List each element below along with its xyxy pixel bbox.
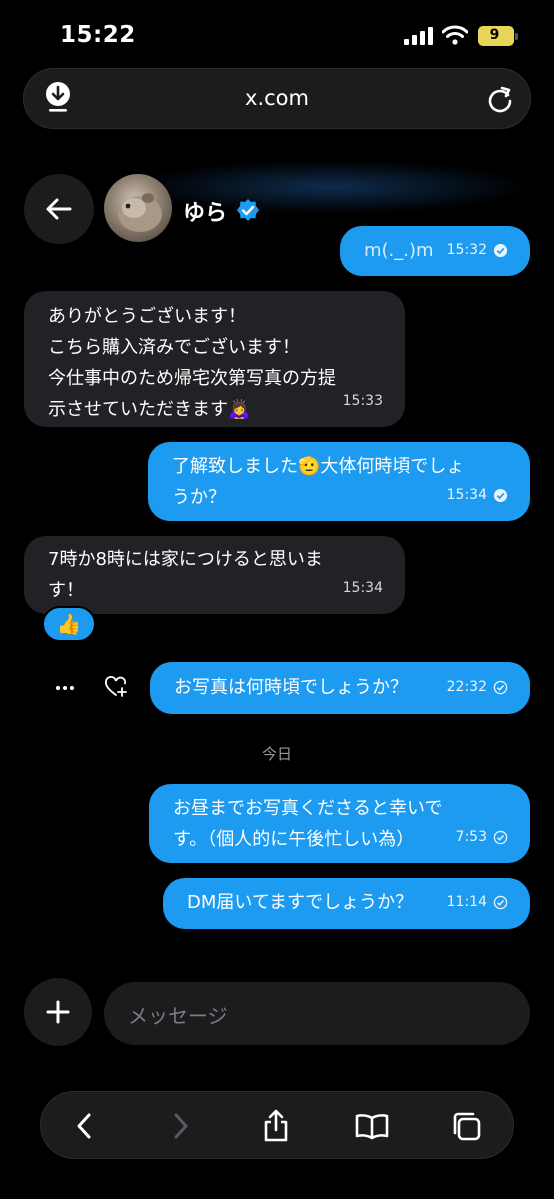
message-outgoing[interactable]: お写真は何時頃でしょうか？ 22:32 [150, 662, 530, 714]
message-text: m(._.)m [364, 240, 434, 261]
message-text: 了解致しました🫡大体何時頃でしょ うか？ [172, 456, 465, 508]
avatar-image [118, 193, 162, 232]
check-icon [493, 830, 508, 845]
day-separator: 今日 [261, 745, 292, 763]
message-meta: 15:34 [343, 573, 383, 604]
plus-icon [46, 1000, 70, 1024]
status-bar: 15:22 9 [0, 0, 554, 66]
reaction-badge[interactable]: 👍 [42, 606, 96, 642]
message-outgoing[interactable]: 了解致しました🫡大体何時頃でしょ うか？ 15:34 [148, 442, 530, 521]
status-time: 15:22 [60, 22, 136, 48]
tabs-button[interactable] [448, 1108, 484, 1144]
wifi-icon [442, 25, 468, 45]
message-text: お昼までお写真くださると幸いで す。（個人的に午後忙しい為） [173, 798, 443, 850]
message-time: 15:34 [342, 580, 383, 596]
more-icon[interactable] [55, 676, 75, 700]
message-outgoing[interactable]: DM届いてますでしょうか？ 11:14 [163, 878, 530, 929]
browser-back-button[interactable] [66, 1108, 102, 1144]
check-icon [493, 488, 508, 503]
back-button[interactable] [24, 174, 94, 244]
url-bar[interactable]: x.com [23, 68, 531, 129]
message-meta: 11:14 [447, 887, 508, 918]
message-meta: 7:53 [456, 822, 508, 853]
message-time: 15:33 [342, 393, 383, 409]
message-meta: 22:32 [447, 672, 508, 703]
message-incoming[interactable]: 7時か8時には家につけると思いま す！ 15:34 [24, 536, 405, 614]
message-text: DM届いてますでしょうか？ [187, 892, 414, 913]
check-icon [493, 243, 508, 258]
browser-forward-icon [174, 1113, 188, 1139]
bookmarks-button[interactable] [354, 1108, 390, 1144]
message-time: 11:14 [446, 894, 487, 910]
tabs-icon [453, 1112, 481, 1141]
heart-plus-icon[interactable] [104, 675, 128, 699]
message-meta: 15:32 [447, 235, 508, 266]
browser-forward-button[interactable] [163, 1108, 199, 1144]
share-button[interactable] [258, 1108, 294, 1144]
message-time: 15:32 [446, 242, 487, 258]
message-incoming[interactable]: ありがとうございます！ こちら購入済みでございます！ 今仕事中のため帰宅次第写真… [24, 291, 405, 427]
message-outgoing[interactable]: m(._.)m 15:32 [340, 226, 530, 276]
share-icon [264, 1109, 288, 1142]
message-text: ありがとうございます！ こちら購入済みでございます！ 今仕事中のため帰宅次第写真… [48, 306, 336, 420]
verified-badge-icon [237, 199, 259, 221]
message-input-placeholder: メッセージ [128, 1004, 228, 1028]
browser-toolbar [40, 1091, 514, 1159]
add-attachment-button[interactable] [24, 978, 92, 1046]
check-icon [493, 895, 508, 910]
avatar[interactable] [104, 174, 172, 242]
message-text: お写真は何時頃でしょうか？ [174, 677, 408, 698]
message-time: 7:53 [455, 829, 487, 845]
message-meta: 15:34 [447, 480, 508, 511]
check-icon [493, 680, 508, 695]
browser-back-icon [77, 1113, 91, 1139]
reload-icon[interactable] [486, 84, 514, 114]
back-arrow-icon [46, 198, 72, 220]
battery-level: 9 [489, 27, 500, 43]
message-time: 22:32 [446, 679, 487, 695]
message-text: 7時か8時には家につけると思いま す！ [48, 549, 323, 601]
url-text: x.com [245, 86, 309, 110]
message-time: 15:34 [446, 487, 487, 503]
cellular-signal-icon [404, 27, 434, 45]
message-outgoing[interactable]: お昼までお写真くださると幸いで す。（個人的に午後忙しい為） 7:53 [149, 784, 530, 863]
bookmarks-icon [355, 1114, 389, 1140]
message-meta: 15:33 [343, 386, 383, 417]
message-input[interactable]: メッセージ [104, 982, 530, 1045]
battery-icon: 9 [478, 26, 518, 46]
contact-name[interactable]: ゆら [183, 195, 227, 227]
